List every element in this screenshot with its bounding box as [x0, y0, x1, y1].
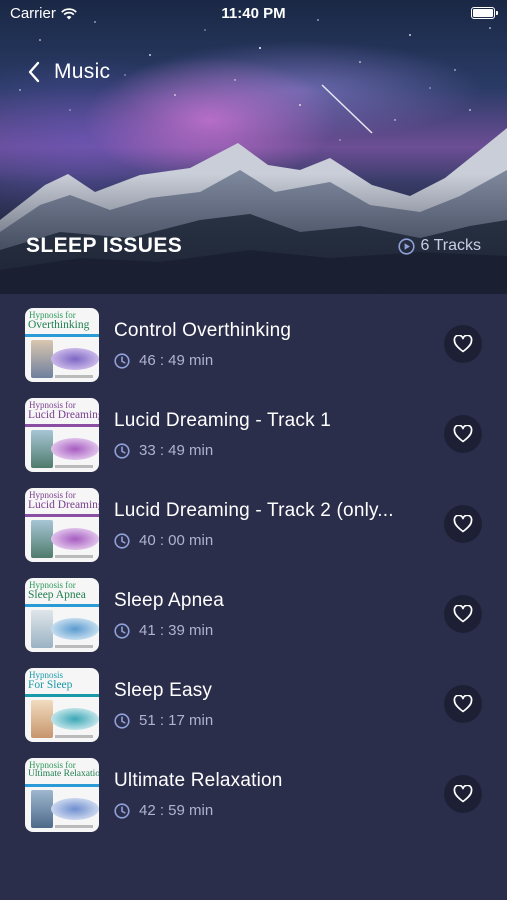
clock-icon [114, 712, 130, 729]
track-duration-label: 40 : 00 min [139, 532, 214, 549]
back-label: Music [54, 60, 111, 83]
track-row[interactable]: Hypnosis for Overthinking Control Overth… [0, 294, 507, 384]
track-row[interactable]: Hypnosis For Sleep Sleep Easy 51 : 17 mi… [0, 654, 507, 744]
track-duration-label: 41 : 39 min [139, 622, 214, 639]
page-title: SLEEP ISSUES [26, 234, 183, 257]
track-duration: 42 : 59 min [114, 802, 213, 819]
track-title: Control Overthinking [114, 320, 292, 341]
track-duration-label: 51 : 17 min [139, 712, 214, 729]
track-duration: 33 : 49 min [114, 442, 213, 459]
status-time: 11:40 PM [221, 5, 286, 22]
track-cover: Hypnosis for Sleep Apnea [25, 578, 99, 652]
track-title: Lucid Dreaming - Track 2 (only... [114, 500, 394, 521]
chevron-left-icon [28, 61, 40, 83]
track-cover: Hypnosis for Lucid Dreaming [25, 488, 99, 562]
track-cover: Hypnosis for Ultimate Relaxation [25, 758, 99, 832]
clock-icon [114, 352, 130, 369]
track-title: Ultimate Relaxation [114, 770, 283, 791]
favorite-button[interactable] [444, 775, 482, 813]
heart-icon [453, 425, 473, 443]
track-duration-label: 46 : 49 min [139, 352, 214, 369]
track-row[interactable]: Hypnosis for Lucid Dreaming Lucid Dreami… [0, 384, 507, 474]
heart-icon [453, 335, 473, 353]
heart-icon [453, 785, 473, 803]
track-duration: 40 : 00 min [114, 532, 213, 549]
clock-icon [114, 802, 130, 819]
heart-icon [453, 695, 473, 713]
track-cover: Hypnosis for Lucid Dreaming [25, 398, 99, 472]
track-row[interactable]: Hypnosis for Lucid Dreaming Lucid Dreami… [0, 474, 507, 564]
back-button[interactable]: Music [28, 60, 110, 84]
cover-line-2: Sleep Apnea [28, 589, 86, 601]
track-duration: 51 : 17 min [114, 712, 213, 729]
track-list: Hypnosis for Overthinking Control Overth… [0, 294, 507, 900]
status-bar: Carrier 11:40 PM [0, 0, 507, 28]
cover-line-2: Lucid Dreaming [28, 409, 99, 421]
favorite-button[interactable] [444, 595, 482, 633]
track-title: Sleep Apnea [114, 590, 224, 611]
track-duration: 46 : 49 min [114, 352, 213, 369]
track-duration: 41 : 39 min [114, 622, 213, 639]
heart-icon [453, 605, 473, 623]
play-circle-icon [397, 237, 415, 255]
track-duration-label: 33 : 49 min [139, 442, 214, 459]
cover-line-2: Lucid Dreaming [28, 499, 99, 511]
track-count: 6 Tracks [397, 237, 481, 255]
clock-icon [114, 442, 130, 459]
track-cover: Hypnosis For Sleep [25, 668, 99, 742]
favorite-button[interactable] [444, 685, 482, 723]
track-title: Sleep Easy [114, 680, 213, 701]
track-title: Lucid Dreaming - Track 1 [114, 410, 332, 431]
clock-icon [114, 532, 130, 549]
clock-icon [114, 622, 130, 639]
track-cover: Hypnosis for Overthinking [25, 308, 99, 382]
favorite-button[interactable] [444, 325, 482, 363]
cover-line-2: For Sleep [28, 679, 73, 691]
track-row[interactable]: Hypnosis for Ultimate Relaxation Ultimat… [0, 744, 507, 834]
battery-icon [471, 7, 498, 19]
favorite-button[interactable] [444, 505, 482, 543]
heart-icon [453, 515, 473, 533]
favorite-button[interactable] [444, 415, 482, 453]
cover-line-2: Overthinking [28, 319, 90, 331]
track-duration-label: 42 : 59 min [139, 802, 214, 819]
track-row[interactable]: Hypnosis for Sleep Apnea Sleep Apnea 41 … [0, 564, 507, 654]
cover-line-2: Ultimate Relaxation [28, 769, 99, 779]
track-count-label: 6 Tracks [420, 237, 481, 254]
